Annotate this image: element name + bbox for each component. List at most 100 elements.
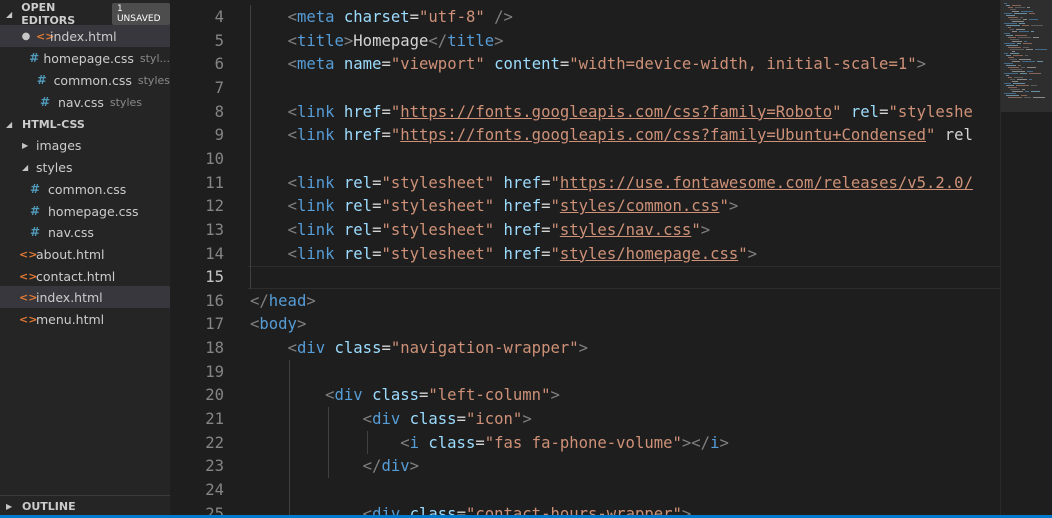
line-number: 23 [205, 457, 224, 476]
code-line[interactable]: 20 <div class="left-column"> [170, 383, 1000, 407]
open-editor-index-html[interactable]: ● <> index.html [0, 25, 170, 47]
code-line[interactable]: 18 <div class="navigation-wrapper"> [170, 336, 1000, 360]
line-code[interactable]: <link href="https://fonts.googleapis.com… [250, 103, 973, 121]
line-code[interactable]: <link rel="stylesheet" href="https://use… [250, 174, 973, 192]
code-line[interactable]: 19 [170, 360, 1000, 384]
line-number: 6 [214, 55, 224, 74]
line-code[interactable]: </div> [250, 457, 419, 475]
tree-file-menu-html[interactable]: <> menu.html [0, 308, 170, 330]
line-number: 9 [214, 126, 224, 145]
open-editors-header[interactable]: ◢ OPEN EDITORS 1 UNSAVED [0, 1, 170, 27]
line-code[interactable]: </head> [250, 292, 316, 310]
tree-file-nav-css[interactable]: # nav.css [0, 221, 170, 243]
line-code[interactable]: <div class="navigation-wrapper"> [250, 339, 588, 357]
line-code[interactable]: <link rel="stylesheet" href="styles/comm… [250, 197, 739, 215]
tree-folder-images[interactable]: ▶ images [0, 134, 170, 156]
minimap-stroke [1031, 91, 1040, 92]
unsaved-dot-icon[interactable]: ● [20, 31, 32, 42]
minimap-stroke [1004, 13, 1012, 14]
line-code[interactable]: <title>Homepage</title> [250, 32, 504, 50]
line-code[interactable]: <div class="icon"> [250, 410, 532, 428]
line-number: 15 [205, 268, 224, 287]
code-line[interactable]: 15 [170, 265, 1000, 289]
minimap-stroke [1015, 35, 1027, 36]
tree-item-label: nav.css [48, 224, 94, 240]
html-file-icon: <> [19, 290, 38, 304]
line-code[interactable]: <link rel="stylesheet" href="styles/home… [250, 245, 757, 263]
open-editor-homepage-css[interactable]: # homepage.css styl... [0, 47, 170, 69]
minimap-stroke [1033, 37, 1039, 38]
minimap-stroke [1029, 79, 1032, 80]
open-editor-nav-css[interactable]: # nav.css styles [0, 91, 170, 113]
tree-item-label: index.html [36, 289, 103, 305]
minimap-stroke [1008, 87, 1017, 88]
minimap-stroke [1006, 55, 1011, 56]
code-line[interactable]: 9 <link href="https://fonts.googleapis.c… [170, 123, 1000, 147]
minimap-stroke [1018, 65, 1021, 66]
minimap-stroke [1025, 91, 1029, 92]
minimap-stroke [1008, 7, 1013, 8]
code-line[interactable]: 14 <link rel="stylesheet" href="styles/h… [170, 242, 1000, 266]
tree-file-index-html[interactable]: <> index.html [0, 286, 170, 308]
outline-header[interactable]: ▶ OUTLINE [0, 495, 170, 517]
code-line[interactable]: 12 <link rel="stylesheet" href="styles/c… [170, 194, 1000, 218]
code-line[interactable]: 10 [170, 147, 1000, 171]
line-number: 18 [205, 339, 224, 358]
code-line[interactable]: 16 </head> [170, 289, 1000, 313]
tree-item-label: styles [36, 159, 73, 175]
minimap-stroke [1027, 7, 1030, 8]
line-number: 7 [214, 78, 224, 97]
code-line[interactable]: 13 <link rel="stylesheet" href="styles/n… [170, 218, 1000, 242]
code-line[interactable]: 7 [170, 76, 1000, 100]
line-number: 17 [205, 315, 224, 334]
code-line[interactable]: 6 <meta name="viewport" content="width=d… [170, 52, 1000, 76]
tree-item-label: homepage.css [48, 203, 139, 219]
minimap-stroke [1024, 97, 1031, 98]
minimap[interactable] [1000, 0, 1052, 518]
minimap-stroke [1022, 89, 1025, 90]
line-code[interactable]: <div class="left-column"> [250, 386, 560, 404]
code-line[interactable]: 22 <i class="fas fa-phone-volume"></i> [170, 431, 1000, 455]
minimap-stroke [1010, 89, 1020, 90]
line-code[interactable]: <link href="https://fonts.googleapis.com… [250, 126, 973, 144]
tree-file-common-css[interactable]: # common.css [0, 178, 170, 200]
open-editor-common-css[interactable]: # common.css styles [0, 69, 170, 91]
open-editor-label: homepage.css [43, 50, 134, 66]
minimap-stroke [1023, 43, 1032, 44]
line-code[interactable]: <body> [250, 315, 306, 333]
code-line[interactable]: 17 <body> [170, 312, 1000, 336]
code-editor[interactable]: 4 <meta charset="utf-8" /> 5 <title>Homep… [170, 0, 1000, 518]
minimap-stroke [1027, 71, 1033, 72]
minimap-stroke [1022, 61, 1035, 62]
code-line[interactable]: 4 <meta charset="utf-8" /> [170, 5, 1000, 29]
line-code[interactable]: <meta charset="utf-8" /> [250, 8, 513, 26]
minimap-stroke [1020, 73, 1027, 74]
code-line[interactable]: 5 <title>Homepage</title> [170, 29, 1000, 53]
minimap-stroke [1016, 85, 1029, 86]
minimap-stroke [1006, 25, 1020, 26]
tree-folder-styles[interactable]: ◢ styles [0, 156, 170, 178]
code-line[interactable]: 8 <link href="https://fonts.googleapis.c… [170, 100, 1000, 124]
project-folder-header[interactable]: ◢ HTML-CSS [0, 113, 170, 135]
minimap-stroke [1008, 67, 1019, 68]
line-code[interactable]: <link rel="stylesheet" href="styles/nav.… [250, 221, 711, 239]
tree-file-about-html[interactable]: <> about.html [0, 243, 170, 265]
line-number: 16 [205, 291, 224, 310]
minimap-stroke [1004, 23, 1017, 24]
minimap-stroke [1024, 41, 1027, 42]
code-line[interactable]: 21 <div class="icon"> [170, 407, 1000, 431]
line-code[interactable]: <i class="fas fa-phone-volume"></i> [250, 434, 729, 452]
minimap-stroke [1004, 3, 1007, 4]
tree-file-contact-html[interactable]: <> contact.html [0, 265, 170, 287]
tree-file-homepage-css[interactable]: # homepage.css [0, 200, 170, 222]
minimap-stroke [1010, 19, 1021, 20]
code-line[interactable]: 23 </div> [170, 454, 1000, 478]
line-number: 8 [214, 102, 224, 121]
code-line[interactable]: 24 [170, 478, 1000, 502]
code-line[interactable]: 11 <link rel="stylesheet" href="https://… [170, 171, 1000, 195]
minimap-stroke [1022, 25, 1029, 26]
minimap-stroke [1012, 31, 1017, 32]
minimap-stroke [1025, 55, 1028, 56]
minimap-stroke [1035, 49, 1047, 50]
line-code[interactable]: <meta name="viewport" content="width=dev… [250, 55, 926, 73]
